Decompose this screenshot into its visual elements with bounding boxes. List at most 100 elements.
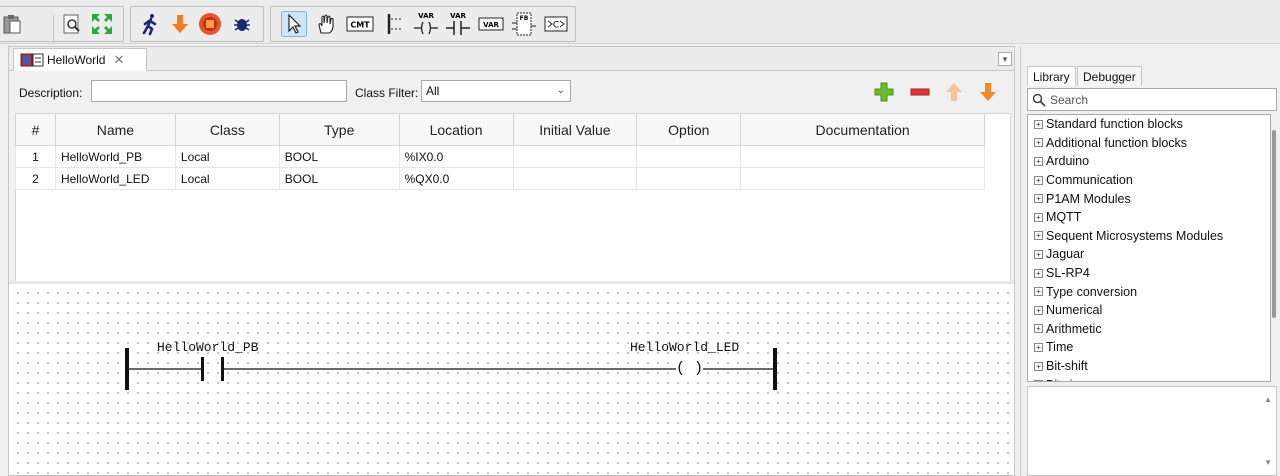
library-tree-item-label: Bit-shift bbox=[1046, 359, 1088, 374]
expand-icon[interactable]: + bbox=[1034, 287, 1043, 297]
cell-documentation[interactable] bbox=[740, 167, 985, 190]
library-tree-item[interactable]: +Bitwise bbox=[1028, 375, 1270, 381]
variable-contact-icon[interactable]: VAR bbox=[445, 11, 471, 37]
column-header[interactable]: Type bbox=[278, 113, 400, 146]
remove-variable-button[interactable] bbox=[907, 79, 933, 105]
library-tree-item[interactable]: + MQTT bbox=[1028, 208, 1270, 227]
cell-documentation[interactable] bbox=[740, 145, 985, 168]
right-power-rail[interactable] bbox=[773, 348, 777, 390]
column-header[interactable]: Name bbox=[54, 113, 176, 146]
library-tree-item[interactable]: + Sequent Microsystems Modules bbox=[1028, 227, 1270, 246]
left-power-rail[interactable] bbox=[125, 348, 129, 390]
description-label: Description: bbox=[19, 86, 83, 100]
cell-class[interactable]: Local bbox=[174, 167, 280, 190]
library-tree-item[interactable]: + Communication bbox=[1028, 171, 1270, 190]
stop-icon[interactable] bbox=[197, 11, 223, 37]
library-tree-item[interactable]: + P1AM Modules bbox=[1028, 189, 1270, 208]
expand-icon[interactable]: + bbox=[1034, 138, 1043, 148]
cell-option[interactable] bbox=[636, 145, 742, 168]
fullscreen-icon[interactable] bbox=[89, 11, 115, 37]
variable-coil-icon[interactable]: VAR bbox=[413, 11, 439, 37]
cell-location[interactable]: %IX0.0 bbox=[398, 145, 514, 168]
coil-helloworld-led[interactable]: ( ) bbox=[676, 360, 704, 377]
library-tree-item[interactable]: + Time bbox=[1028, 338, 1270, 357]
expand-icon[interactable]: + bbox=[1034, 305, 1043, 315]
paste-icon[interactable] bbox=[0, 11, 25, 37]
tab-list-dropdown-icon[interactable]: ▾ bbox=[998, 52, 1012, 66]
cell-initial-value[interactable] bbox=[512, 145, 638, 168]
tab-helloworld[interactable]: HelloWorld ✕ bbox=[13, 48, 147, 71]
library-tree-item-label: Jaguar bbox=[1046, 247, 1085, 262]
scroll-up-icon[interactable]: ▲ bbox=[1264, 395, 1272, 404]
column-header[interactable]: Location bbox=[398, 113, 514, 146]
column-header[interactable]: Initial Value bbox=[512, 113, 638, 146]
comment-icon[interactable]: CMT bbox=[345, 11, 375, 37]
expand-icon[interactable]: + bbox=[1034, 324, 1043, 334]
expand-icon[interactable]: + bbox=[1034, 249, 1043, 259]
tab-close-icon[interactable]: ✕ bbox=[113, 52, 124, 68]
tree-scrollbar[interactable] bbox=[1272, 130, 1276, 318]
library-tree-item[interactable]: + Arduino bbox=[1028, 152, 1270, 171]
tab-library[interactable]: Library bbox=[1027, 66, 1076, 86]
hand-pan-icon[interactable] bbox=[313, 11, 339, 37]
contact-helloworld-pb[interactable] bbox=[201, 357, 224, 381]
cell-initial-value[interactable] bbox=[512, 167, 638, 190]
select-pointer-icon[interactable] bbox=[281, 11, 307, 37]
library-tree-item[interactable]: + Jaguar bbox=[1028, 245, 1270, 264]
library-tree-item[interactable]: + Standard function blocks bbox=[1028, 115, 1270, 134]
ladder-diagram-canvas[interactable]: HelloWorld_PB HelloWorld_LED ( ) bbox=[9, 281, 1014, 475]
expand-icon[interactable]: + bbox=[1034, 156, 1043, 166]
library-tree-item-label: MQTT bbox=[1046, 210, 1082, 225]
library-tree-item[interactable]: + Numerical bbox=[1028, 301, 1270, 320]
expand-icon[interactable]: + bbox=[1034, 342, 1043, 352]
library-tree-item-label: Sequent Microsystems Modules bbox=[1046, 228, 1224, 243]
expand-icon[interactable]: + bbox=[1034, 119, 1043, 129]
toolbar-group-edit bbox=[0, 6, 124, 43]
class-filter-select[interactable]: All ⌄ bbox=[421, 80, 571, 102]
library-tree-item-label: Numerical bbox=[1046, 303, 1103, 318]
expand-icon[interactable]: + bbox=[1034, 361, 1043, 371]
expand-icon[interactable]: + bbox=[1034, 380, 1043, 381]
library-tree-item[interactable]: + Arithmetic bbox=[1028, 320, 1270, 339]
add-variable-button[interactable] bbox=[871, 79, 897, 105]
expand-icon[interactable]: + bbox=[1034, 268, 1043, 278]
cell-type[interactable]: BOOL bbox=[278, 145, 400, 168]
transfer-icon[interactable] bbox=[167, 11, 193, 37]
column-header[interactable]: Documentation bbox=[740, 113, 985, 146]
expand-icon[interactable]: + bbox=[1034, 212, 1043, 222]
cell-option[interactable] bbox=[636, 167, 742, 190]
connection-icon[interactable]: C bbox=[543, 11, 569, 37]
function-block-icon[interactable]: FB bbox=[511, 11, 537, 37]
library-tree-item[interactable]: + SL-RP4 bbox=[1028, 264, 1270, 283]
zoom-fit-icon[interactable] bbox=[59, 11, 85, 37]
editor-tabbar: HelloWorld ✕ ▾ bbox=[9, 47, 1014, 71]
move-up-button[interactable] bbox=[941, 79, 967, 105]
cell-location[interactable]: %QX0.0 bbox=[398, 167, 514, 190]
variable-block-icon[interactable]: VAR bbox=[477, 11, 505, 37]
power-rail-icon[interactable] bbox=[381, 11, 407, 37]
description-input[interactable] bbox=[91, 80, 347, 102]
library-search-input[interactable]: Search bbox=[1027, 88, 1277, 111]
run-icon[interactable] bbox=[137, 11, 163, 37]
column-header[interactable]: # bbox=[15, 113, 56, 146]
scroll-down-icon[interactable]: ▼ bbox=[1264, 458, 1272, 467]
expand-icon[interactable]: + bbox=[1034, 194, 1043, 204]
library-tree-item[interactable]: + Bit-shift bbox=[1028, 357, 1270, 376]
move-down-button[interactable] bbox=[975, 79, 1001, 105]
table-row[interactable]: 2 HelloWorld_LED Local BOOL %QX0.0 bbox=[15, 167, 985, 190]
cell-name[interactable]: HelloWorld_LED bbox=[54, 167, 176, 190]
column-header[interactable]: Class bbox=[174, 113, 280, 146]
main-toolbar: CMT VAR VAR VAR FB C bbox=[0, 0, 1280, 44]
cell-class[interactable]: Local bbox=[174, 145, 280, 168]
expand-icon[interactable]: + bbox=[1034, 231, 1043, 241]
cell-name[interactable]: HelloWorld_PB bbox=[54, 145, 176, 168]
tab-debugger[interactable]: Debugger bbox=[1077, 66, 1142, 86]
library-tree-item[interactable]: + Additional function blocks bbox=[1028, 134, 1270, 153]
library-tree-item[interactable]: + Type conversion bbox=[1028, 282, 1270, 301]
debug-icon[interactable] bbox=[229, 11, 255, 37]
table-row[interactable]: 1 HelloWorld_PB Local BOOL %IX0.0 bbox=[15, 145, 985, 168]
column-header[interactable]: Option bbox=[636, 113, 742, 146]
library-tree-item-label: Bitwise bbox=[1046, 378, 1086, 381]
cell-type[interactable]: BOOL bbox=[278, 167, 400, 190]
expand-icon[interactable]: + bbox=[1034, 175, 1043, 185]
